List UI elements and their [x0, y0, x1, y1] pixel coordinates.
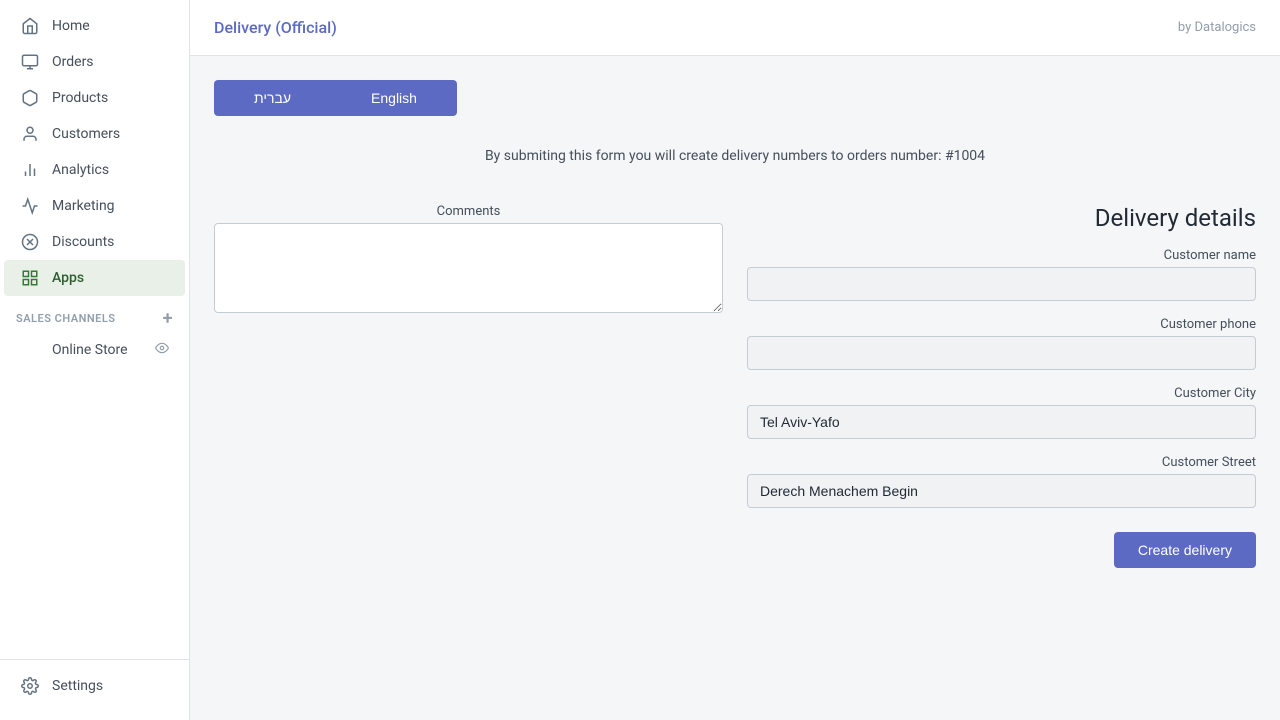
online-store-eye-icon[interactable] — [155, 341, 169, 359]
sidebar-item-customers[interactable]: Customers — [4, 116, 185, 152]
customers-icon — [20, 124, 40, 144]
home-icon — [20, 16, 40, 36]
customer-name-input[interactable] — [747, 267, 1256, 301]
sales-channels-section: SALES CHANNELS + — [0, 296, 189, 333]
marketing-icon — [20, 196, 40, 216]
comments-field-group: Comments — [214, 204, 723, 317]
orders-icon — [20, 52, 40, 72]
sidebar-item-marketing-label: Marketing — [52, 198, 115, 214]
comments-label: Comments — [214, 204, 723, 219]
create-delivery-button[interactable]: Create delivery — [1114, 532, 1256, 568]
sidebar-item-settings[interactable]: Settings — [4, 668, 185, 704]
sidebar-item-apps-label: Apps — [52, 270, 84, 286]
customer-street-input[interactable] — [747, 474, 1256, 508]
right-panel: Delivery details Customer name Customer … — [747, 204, 1256, 568]
customer-name-label: Customer name — [747, 248, 1256, 263]
apps-icon — [20, 268, 40, 288]
customer-street-field-group: Customer Street — [747, 455, 1256, 508]
language-buttons: עברית English — [214, 80, 1256, 116]
online-store-label: Online Store — [52, 342, 128, 358]
form-grid: Comments Delivery details Customer name … — [214, 204, 1256, 568]
customer-phone-label: Customer phone — [747, 317, 1256, 332]
english-button[interactable]: English — [331, 80, 457, 116]
content-area: עברית English By submiting this form you… — [190, 56, 1280, 720]
sidebar-item-orders[interactable]: Orders — [4, 44, 185, 80]
sidebar-item-products[interactable]: Products — [4, 80, 185, 116]
customer-city-label: Customer City — [747, 386, 1256, 401]
delivery-details-title: Delivery details — [747, 204, 1256, 232]
sidebar-item-marketing[interactable]: Marketing — [4, 188, 185, 224]
sidebar-item-analytics[interactable]: Analytics — [4, 152, 185, 188]
comments-textarea[interactable] — [214, 223, 723, 313]
info-message: By submiting this form you will create d… — [214, 140, 1256, 172]
sidebar-item-settings-label: Settings — [52, 678, 103, 694]
settings-icon — [20, 676, 40, 696]
main-content: Delivery (Official) by Datalogics עברית … — [190, 0, 1280, 720]
customer-name-field-group: Customer name — [747, 248, 1256, 301]
create-delivery-container: Create delivery — [747, 524, 1256, 568]
topbar-title: Delivery (Official) — [214, 18, 337, 37]
customer-city-input[interactable] — [747, 405, 1256, 439]
customer-phone-input[interactable] — [747, 336, 1256, 370]
hebrew-button[interactable]: עברית — [214, 80, 331, 116]
sidebar: Home Orders Products Customers Analytics — [0, 0, 190, 720]
sidebar-item-discounts[interactable]: Discounts — [4, 224, 185, 260]
sidebar-item-customers-label: Customers — [52, 126, 120, 142]
sidebar-nav: Home Orders Products Customers Analytics — [0, 0, 189, 659]
sidebar-item-discounts-label: Discounts — [52, 234, 114, 250]
topbar-byline: by Datalogics — [1178, 20, 1256, 35]
sidebar-bottom: Settings — [0, 659, 189, 720]
sales-channels-label: SALES CHANNELS — [16, 312, 116, 325]
sidebar-item-apps[interactable]: Apps — [4, 260, 185, 296]
topbar: Delivery (Official) by Datalogics — [190, 0, 1280, 56]
sidebar-item-orders-label: Orders — [52, 54, 94, 70]
sidebar-item-online-store[interactable]: Online Store — [4, 333, 185, 367]
products-icon — [20, 88, 40, 108]
customer-phone-field-group: Customer phone — [747, 317, 1256, 370]
analytics-icon — [20, 160, 40, 180]
customer-city-field-group: Customer City — [747, 386, 1256, 439]
sidebar-item-products-label: Products — [52, 90, 108, 106]
discounts-icon — [20, 232, 40, 252]
sidebar-item-home[interactable]: Home — [4, 8, 185, 44]
left-panel: Comments — [214, 204, 723, 333]
add-sales-channel-icon[interactable]: + — [163, 308, 173, 329]
sidebar-item-home-label: Home — [52, 18, 90, 34]
customer-street-label: Customer Street — [747, 455, 1256, 470]
sidebar-item-analytics-label: Analytics — [52, 162, 109, 178]
